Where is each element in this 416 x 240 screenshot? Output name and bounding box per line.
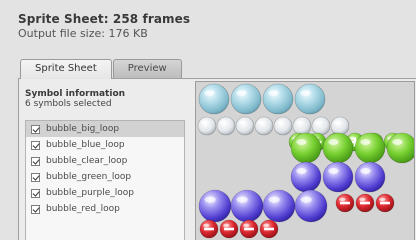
symbol-checkbox[interactable]	[31, 156, 40, 166]
clear-small-bubble-frame	[216, 116, 236, 136]
red-small-bubble-frame	[259, 219, 279, 239]
symbol-checkbox[interactable]	[31, 172, 40, 182]
symbol-row-bubble-blue-loop[interactable]: bubble_blue_loop	[26, 137, 184, 153]
red-small-bubble-frame	[219, 219, 239, 239]
symbol-row-bubble-big-loop[interactable]: bubble_big_loop	[26, 121, 184, 137]
red-small-bubble-frame	[239, 219, 259, 239]
symbol-label: bubble_green_loop	[46, 172, 132, 182]
sprite-export-window: Sprite Sheet: 258 frames Output file siz…	[0, 0, 416, 240]
page-title: Sprite Sheet: 258 frames	[18, 12, 191, 26]
symbol-label: bubble_purple_loop	[46, 188, 134, 198]
blue-large-bubble-frame	[230, 83, 262, 115]
symbol-label: bubble_red_loop	[46, 204, 120, 214]
symbol-checkbox[interactable]	[31, 188, 40, 198]
symbol-list: bubble_big_loop bubble_blue_loop bubble_…	[25, 120, 185, 240]
blue-large-bubble-frame	[262, 83, 294, 115]
tab-preview[interactable]: Preview	[112, 59, 182, 78]
blue-large-bubble-frame	[294, 83, 326, 115]
clear-small-bubble-frame	[273, 116, 293, 136]
symbol-information: Symbol information 6 symbols selected	[25, 89, 125, 109]
symbol-label: bubble_blue_loop	[46, 140, 125, 150]
symbol-row-bubble-clear-loop[interactable]: bubble_clear_loop	[26, 153, 184, 169]
green-large-bubble-frame	[322, 132, 354, 164]
sprite-sheet-canvas	[197, 83, 414, 239]
purple-large-bubble-frame	[230, 189, 264, 223]
symbol-checkbox[interactable]	[31, 124, 40, 134]
tab-bar: Sprite Sheet Preview	[20, 59, 183, 79]
red-small-bubble-frame	[199, 219, 219, 239]
clear-small-bubble-frame	[292, 116, 312, 136]
symbol-checkbox[interactable]	[31, 140, 40, 150]
sprite-sheet-preview	[195, 81, 415, 240]
purple-large-bubble-frame	[294, 189, 328, 223]
clear-small-bubble-frame	[254, 116, 274, 136]
symbol-row-bubble-green-loop[interactable]: bubble_green_loop	[26, 169, 184, 185]
purple-large-bubble-frame	[322, 161, 354, 193]
blue-large-bubble-frame	[198, 83, 230, 115]
clear-small-bubble-frame	[235, 116, 255, 136]
red-small-bubble-frame	[355, 193, 375, 213]
symbol-label: bubble_big_loop	[46, 124, 120, 134]
tab-sprite-sheet[interactable]: Sprite Sheet	[20, 59, 112, 79]
purple-large-bubble-frame	[198, 189, 232, 223]
symbol-info-heading: Symbol information	[25, 89, 126, 99]
purple-large-bubble-frame	[290, 161, 322, 193]
clear-small-bubble-frame	[330, 116, 350, 136]
green-large-bubble-frame	[290, 132, 322, 164]
output-file-size: Output file size: 176 KB	[18, 27, 148, 40]
red-small-bubble-frame	[375, 193, 395, 213]
clear-small-bubble-frame	[197, 116, 217, 136]
symbol-checkbox[interactable]	[31, 204, 40, 214]
green-large-bubble-frame	[386, 132, 414, 164]
symbol-label: bubble_clear_loop	[46, 156, 128, 166]
symbol-row-bubble-purple-loop[interactable]: bubble_purple_loop	[26, 185, 184, 201]
red-small-bubble-frame	[335, 193, 355, 213]
symbols-selected-count: 6 symbols selected	[25, 99, 112, 109]
symbol-row-bubble-red-loop[interactable]: bubble_red_loop	[26, 201, 184, 217]
purple-large-bubble-frame	[354, 161, 386, 193]
header: Sprite Sheet: 258 frames Output file siz…	[18, 12, 190, 40]
purple-large-bubble-frame	[262, 189, 296, 223]
clear-small-bubble-frame	[311, 116, 331, 136]
green-large-bubble-frame	[354, 132, 386, 164]
sprite-sheet-panel: Symbol information 6 symbols selected bu…	[18, 78, 416, 240]
